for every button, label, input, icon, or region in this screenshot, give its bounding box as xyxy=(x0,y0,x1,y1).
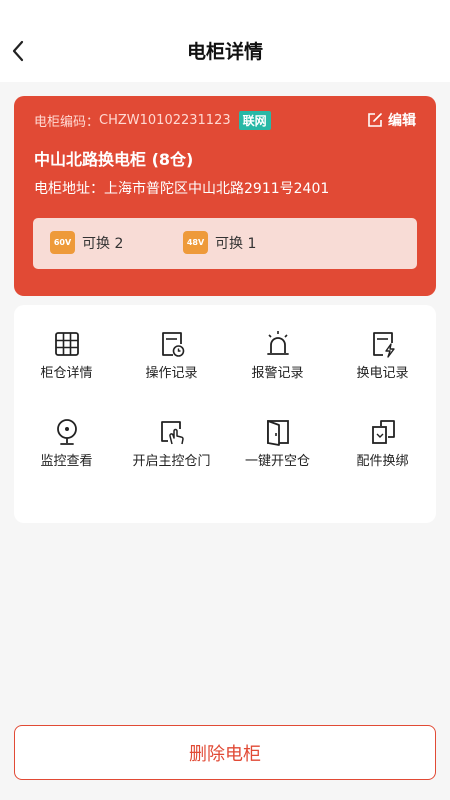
menu-item-alarm-records[interactable]: 报警记录 xyxy=(225,329,330,383)
swap-60v-label: 可换 2 xyxy=(82,235,124,252)
swap-availability-box: 60V 可换 2 48V 可换 1 xyxy=(33,218,417,269)
menu-item-accessory-rebind[interactable]: 配件换绑 xyxy=(330,417,435,471)
menu-item-open-empty-compartment[interactable]: 一键开空仓 xyxy=(225,417,330,471)
menu-item-compartment-details[interactable]: 柜仓详情 xyxy=(14,329,119,383)
hand-tap-icon xyxy=(160,421,184,445)
delete-cabinet-button[interactable]: 删除电柜 xyxy=(14,725,436,780)
menu-item-swap-records[interactable]: 换电记录 xyxy=(330,329,435,383)
menu-label: 操作记录 xyxy=(145,366,198,381)
swap-copy-icon xyxy=(371,420,395,444)
cabinet-code-row: 电柜编码： CHZW10102231123 联网 xyxy=(34,111,271,130)
battery-48v-icon: 48V xyxy=(183,231,208,254)
alarm-light-icon xyxy=(266,331,289,355)
bolt-doc-icon xyxy=(372,332,395,358)
cabinet-name: 中山北路换电柜 (8仓) xyxy=(34,150,194,169)
top-bar: 电柜详情 xyxy=(0,0,450,82)
cabinet-code-label: 电柜编码： xyxy=(34,115,100,130)
online-status-badge: 联网 xyxy=(238,111,271,130)
cabinet-address: 电柜地址：上海市普陀区中山北路2911号2401 xyxy=(34,178,329,198)
swap-48v-label: 可换 1 xyxy=(215,235,257,252)
cabinet-info-card: 电柜编码： CHZW10102231123 联网 编辑 中山北路换电柜 (8仓)… xyxy=(14,96,436,296)
menu-item-operation-records[interactable]: 操作记录 xyxy=(119,329,224,383)
menu-label: 开启主控仓门 xyxy=(132,454,211,469)
menu-label: 监控查看 xyxy=(40,454,93,469)
cabinet-code-value: CHZW10102231123 xyxy=(99,113,231,128)
edit-icon xyxy=(368,113,382,127)
grid-icon xyxy=(54,332,79,356)
cabinet-address-label: 电柜地址： xyxy=(34,181,104,197)
page-title: 电柜详情 xyxy=(186,41,263,63)
clock-doc-icon xyxy=(161,332,184,357)
edit-button[interactable]: 编辑 xyxy=(367,110,416,130)
menu-item-open-main-door[interactable]: 开启主控仓门 xyxy=(119,417,224,471)
cabinet-address-value: 上海市普陀区中山北路2911号2401 xyxy=(104,181,330,197)
battery-60v-icon: 60V xyxy=(50,231,75,254)
menu-label: 柜仓详情 xyxy=(40,366,93,381)
swap-item-48v: 48V 可换 1 xyxy=(183,231,256,254)
edit-label: 编辑 xyxy=(388,113,416,129)
open-door-icon xyxy=(266,420,289,446)
swap-item-60v: 60V 可换 2 xyxy=(50,231,123,254)
menu-label: 报警记录 xyxy=(251,366,304,381)
menu-label: 换电记录 xyxy=(356,366,409,381)
function-menu-card: 柜仓详情 操作记录 报警记录 换电记录 监控查看 开启主控仓门 一键开空仓 配件… xyxy=(14,305,436,523)
camera-icon xyxy=(56,419,77,445)
menu-item-monitor-view[interactable]: 监控查看 xyxy=(14,417,119,471)
menu-label: 一键开空仓 xyxy=(244,454,310,469)
menu-label: 配件换绑 xyxy=(356,454,409,469)
